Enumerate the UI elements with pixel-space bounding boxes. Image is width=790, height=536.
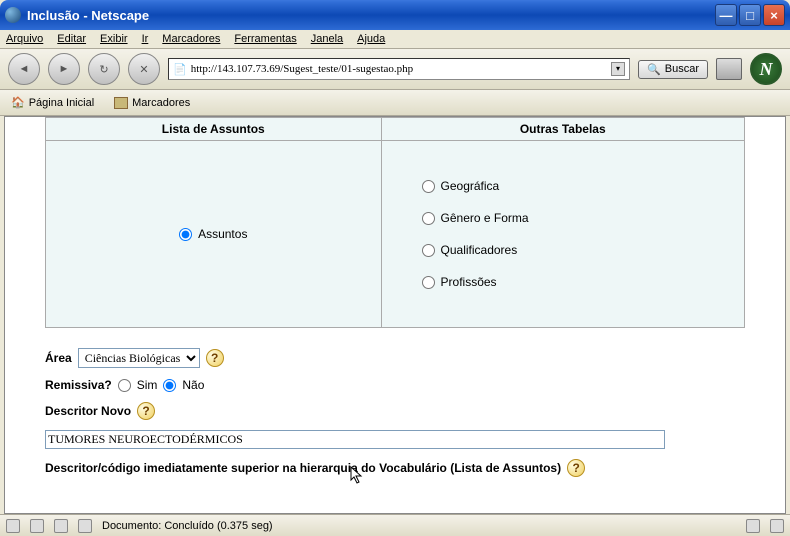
menu-ir[interactable]: Ir	[142, 33, 149, 45]
chevron-down-icon: ▾	[616, 64, 620, 73]
status-icon-2[interactable]	[30, 519, 44, 533]
netscape-logo: N	[750, 53, 782, 85]
bookmarks-toolbar: 🏠 Página Inicial Marcadores	[0, 90, 790, 116]
home-label: Página Inicial	[29, 97, 94, 109]
descritor-superior-label: Descritor/código imediatamente superior …	[45, 461, 561, 475]
print-button[interactable]	[716, 58, 742, 80]
back-icon: ◄	[19, 63, 30, 75]
search-icon: 🔍	[647, 63, 661, 76]
radio-profissoes[interactable]	[422, 276, 435, 289]
stop-button[interactable]: ✕	[128, 53, 160, 85]
url-bar[interactable]: 📄 ▾	[168, 58, 630, 80]
url-dropdown-button[interactable]: ▾	[611, 62, 625, 76]
status-icon-right-1[interactable]	[746, 519, 760, 533]
search-button[interactable]: 🔍 Buscar	[638, 60, 708, 79]
window-title: Inclusão - Netscape	[27, 8, 149, 23]
descritor-novo-label: Descritor Novo	[45, 404, 131, 418]
titlebar: Inclusão - Netscape — □ ×	[0, 0, 790, 30]
form-section: Área Ciências Biológicas ? Remissiva? Si…	[45, 328, 745, 497]
options-table: Lista de Assuntos Outras Tabelas Assunto…	[45, 117, 745, 328]
forward-icon: ►	[59, 63, 70, 75]
close-button[interactable]: ×	[763, 4, 785, 26]
status-icon-3[interactable]	[54, 519, 68, 533]
help-icon-superior[interactable]: ?	[567, 459, 585, 477]
remissiva-label: Remissiva?	[45, 378, 112, 392]
menu-ajuda[interactable]: Ajuda	[357, 33, 385, 45]
radio-qualificadores-label: Qualificadores	[441, 243, 518, 257]
remissiva-sim-label: Sim	[137, 378, 158, 392]
radio-genero[interactable]	[422, 212, 435, 225]
help-icon-descritor[interactable]: ?	[137, 402, 155, 420]
back-button[interactable]: ◄	[8, 53, 40, 85]
minimize-button[interactable]: —	[715, 4, 737, 26]
menu-editar[interactable]: Editar	[57, 33, 86, 45]
home-icon: 🏠	[11, 96, 25, 109]
radio-geografica[interactable]	[422, 180, 435, 193]
bookmarks-folder[interactable]: Marcadores	[109, 93, 195, 112]
stop-icon: ✕	[139, 63, 148, 76]
menu-exibir[interactable]: Exibir	[100, 33, 128, 45]
descritor-novo-input[interactable]	[45, 430, 665, 449]
search-label: Buscar	[665, 63, 699, 75]
status-icon-4[interactable]	[78, 519, 92, 533]
bookmarks-label: Marcadores	[132, 97, 190, 109]
header-lista: Lista de Assuntos	[46, 118, 382, 141]
status-icon-right-2[interactable]	[770, 519, 784, 533]
status-icon-1[interactable]	[6, 519, 20, 533]
header-outras: Outras Tabelas	[381, 118, 744, 141]
menu-marcadores[interactable]: Marcadores	[162, 33, 220, 45]
help-icon-area[interactable]: ?	[206, 349, 224, 367]
remissiva-nao-label: Não	[182, 378, 204, 392]
navigation-toolbar: ◄ ► ↻ ✕ 📄 ▾ 🔍 Buscar N	[0, 49, 790, 90]
radio-assuntos[interactable]	[179, 228, 192, 241]
folder-icon	[114, 97, 128, 109]
url-input[interactable]	[191, 63, 607, 75]
radio-geografica-label: Geográfica	[441, 179, 500, 193]
menu-ferramentas[interactable]: Ferramentas	[234, 33, 296, 45]
page-icon: 📄	[173, 63, 187, 76]
reload-button[interactable]: ↻	[88, 53, 120, 85]
radio-qualificadores[interactable]	[422, 244, 435, 257]
area-label: Área	[45, 351, 72, 365]
app-icon	[5, 7, 21, 23]
content-area[interactable]: Lista de Assuntos Outras Tabelas Assunto…	[4, 116, 786, 514]
radio-remissiva-sim[interactable]	[118, 379, 131, 392]
status-text: Documento: Concluído (0.375 seg)	[102, 520, 273, 532]
radio-assuntos-label: Assuntos	[198, 227, 247, 241]
radio-profissoes-label: Profissões	[441, 275, 497, 289]
statusbar: Documento: Concluído (0.375 seg)	[0, 514, 790, 536]
radio-genero-label: Gênero e Forma	[441, 211, 529, 225]
menu-janela[interactable]: Janela	[311, 33, 343, 45]
radio-remissiva-nao[interactable]	[163, 379, 176, 392]
area-select[interactable]: Ciências Biológicas	[78, 348, 200, 368]
menu-arquivo[interactable]: Arquivo	[6, 33, 43, 45]
home-bookmark[interactable]: 🏠 Página Inicial	[6, 93, 99, 112]
menubar: Arquivo Editar Exibir Ir Marcadores Ferr…	[0, 30, 790, 49]
forward-button[interactable]: ►	[48, 53, 80, 85]
reload-icon: ↻	[99, 63, 108, 76]
maximize-button[interactable]: □	[739, 4, 761, 26]
